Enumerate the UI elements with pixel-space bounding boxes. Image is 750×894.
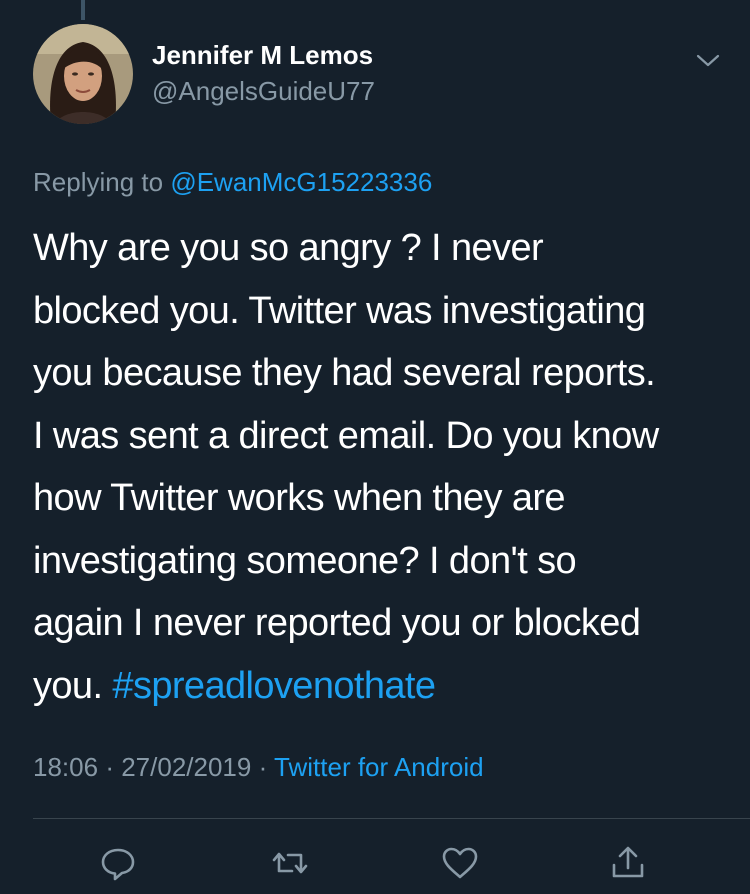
avatar-image xyxy=(33,24,133,124)
tweet-text-last-line: you. #spreadlovenothate xyxy=(33,655,723,718)
tweet-text: Why are you so angry ? I never blocked y… xyxy=(33,217,723,717)
replying-to: Replying to @EwanMcG15223336 xyxy=(33,167,432,198)
meta-separator: · xyxy=(258,752,268,782)
tweet-menu-chevron-icon[interactable] xyxy=(694,48,722,72)
like-icon[interactable] xyxy=(440,843,480,883)
tweet-metadata: 18:06 · 27/02/2019 · Twitter for Android xyxy=(33,752,484,783)
tweet-text-line: Why are you so angry ? I never xyxy=(33,227,544,269)
tweet-text-line: again I never reported you or blocked xyxy=(33,602,641,644)
author-handle[interactable]: @AngelsGuideU77 xyxy=(152,76,375,107)
author-name[interactable]: Jennifer M Lemos xyxy=(152,40,373,71)
tweet-source-link[interactable]: Twitter for Android xyxy=(274,752,484,782)
thread-connector-line xyxy=(81,0,85,20)
tweet-text-segment: you. xyxy=(33,664,103,707)
tweet-time[interactable]: 18:06 xyxy=(33,752,98,782)
tweet-text-line: I was sent a direct email. Do you know xyxy=(33,414,659,457)
tweet-date[interactable]: 27/02/2019 xyxy=(121,752,251,782)
reply-icon[interactable] xyxy=(98,843,138,883)
tweet-text-line: you because they had several reports. xyxy=(33,352,656,394)
avatar[interactable] xyxy=(33,24,133,124)
tweet-text-line: blocked you. Twitter was investigating xyxy=(33,289,646,332)
share-icon[interactable] xyxy=(608,843,648,883)
hashtag-link[interactable]: #spreadlovenothate xyxy=(112,665,436,707)
tweet-text-line: investigating someone? I don't so xyxy=(33,539,577,582)
replying-to-mention[interactable]: @EwanMcG15223336 xyxy=(170,167,432,197)
replying-to-label: Replying to xyxy=(33,167,164,197)
divider xyxy=(33,818,750,819)
retweet-icon[interactable] xyxy=(270,843,310,883)
meta-separator: · xyxy=(105,752,114,782)
tweet-text-line: how Twitter works when they are xyxy=(33,477,566,519)
